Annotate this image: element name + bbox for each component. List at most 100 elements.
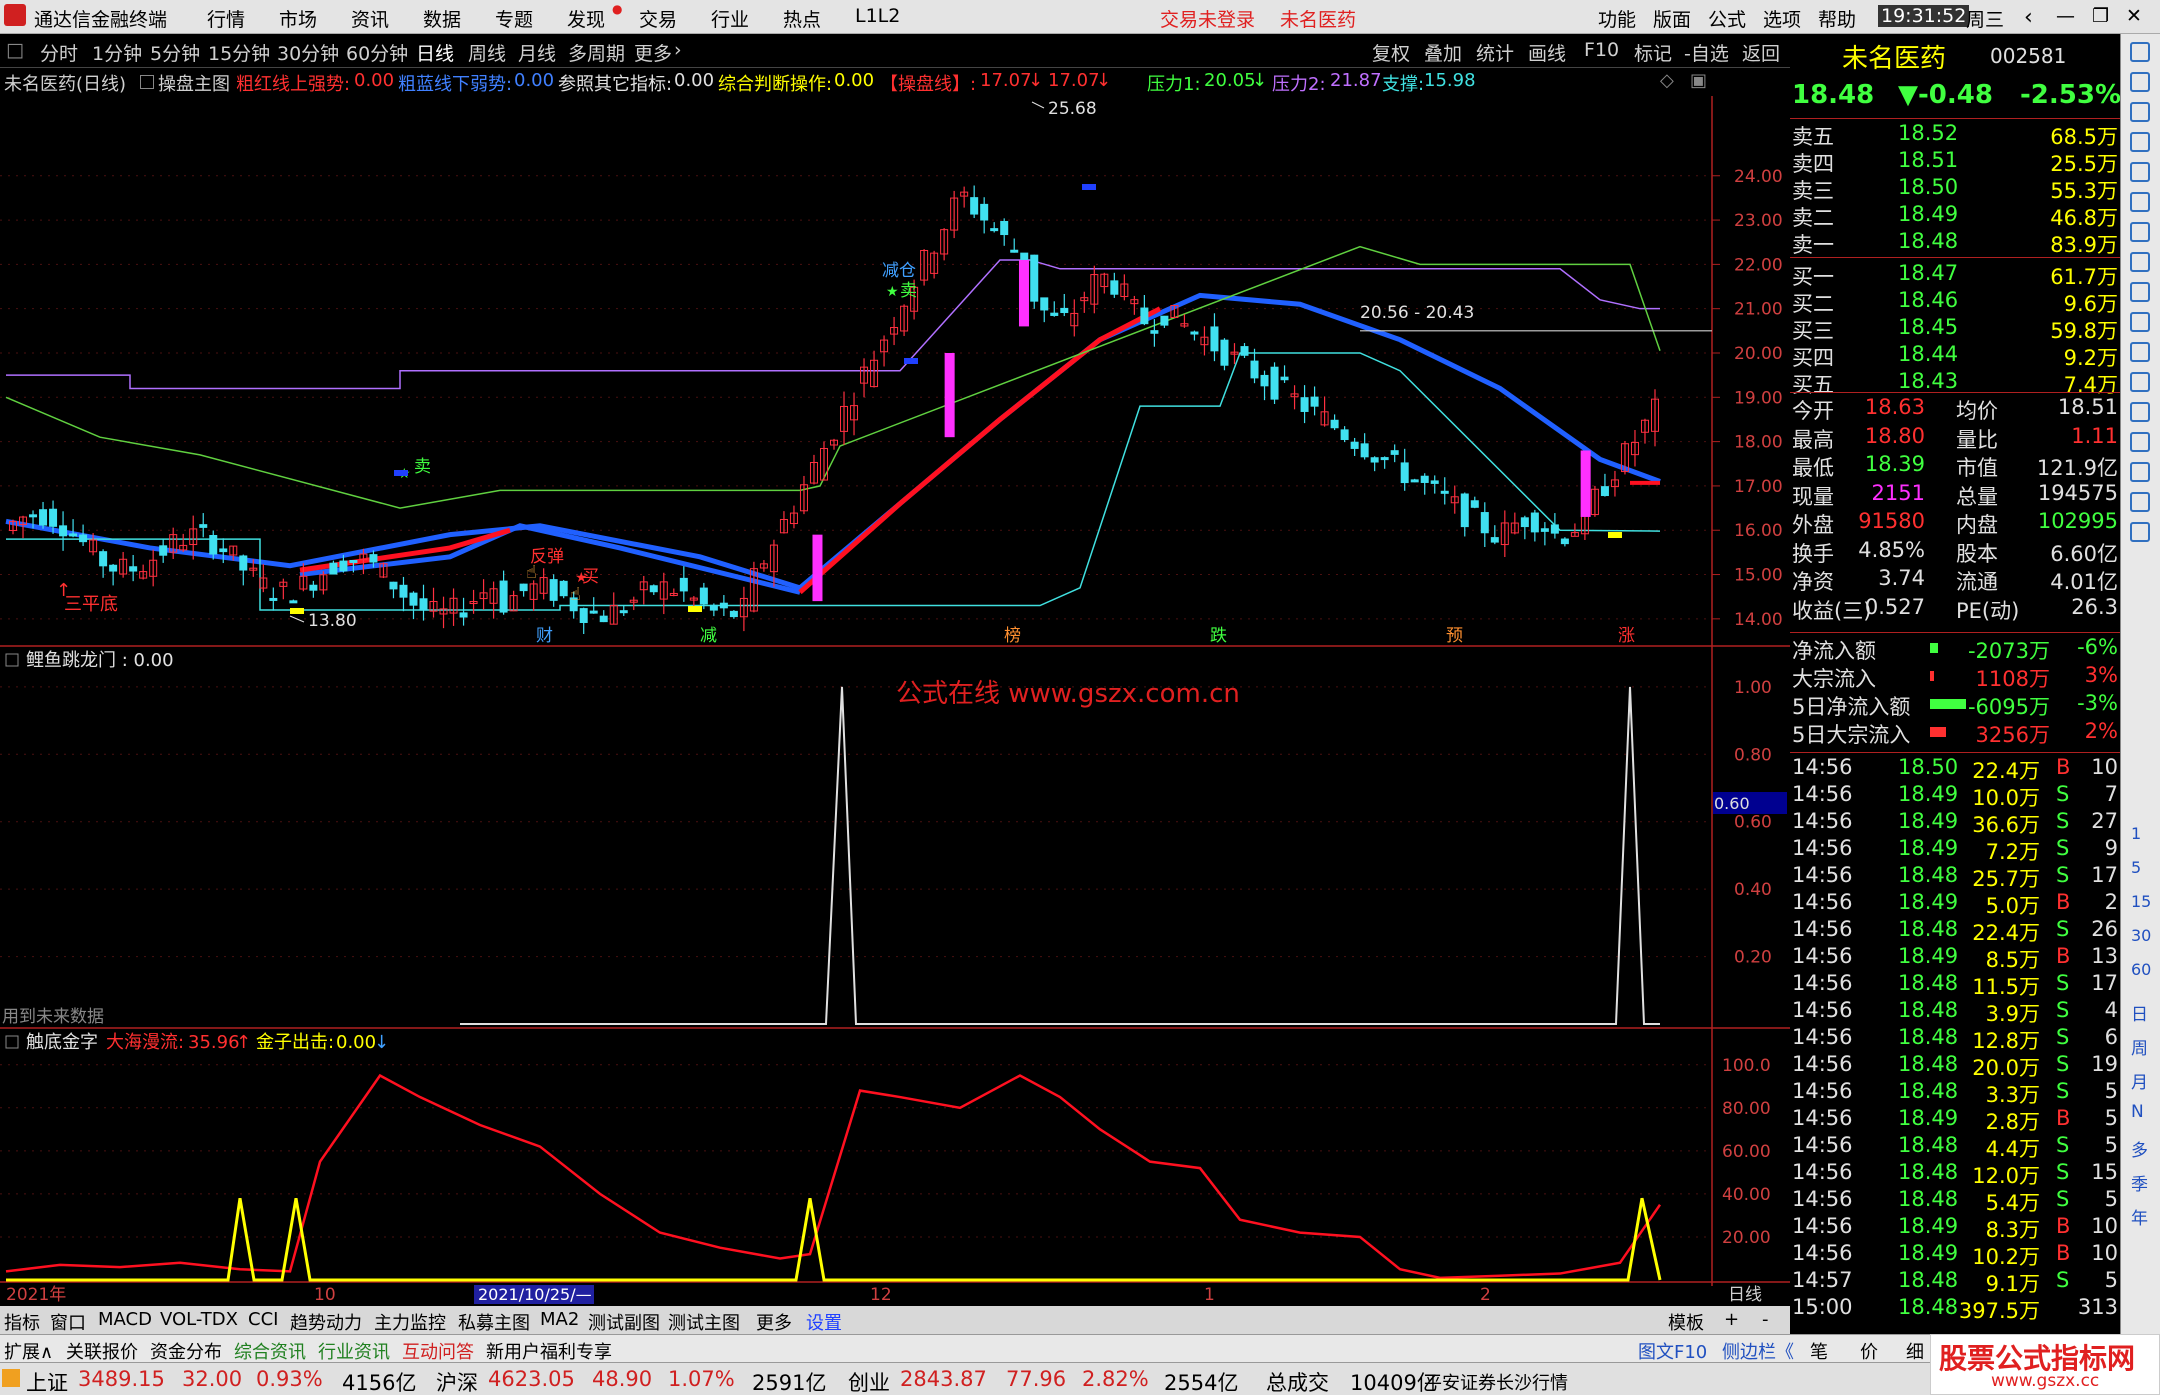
- period-tab[interactable]: 1分钟: [92, 39, 142, 66]
- indicator-tab[interactable]: 设置: [806, 1309, 842, 1335]
- indicator-tab[interactable]: 测试主图: [668, 1309, 740, 1335]
- gear-icon[interactable]: [2130, 522, 2150, 542]
- side-button[interactable]: 价: [1860, 1338, 1878, 1364]
- period-shortcut[interactable]: N: [2131, 1102, 2144, 1122]
- menu-item[interactable]: 行业: [711, 5, 749, 32]
- settings-icon[interactable]: [5, 653, 19, 667]
- money-icon[interactable]: [2130, 372, 2150, 392]
- index-label[interactable]: 上证: [26, 1367, 68, 1395]
- back-icon[interactable]: ‹: [2024, 5, 2033, 30]
- period-tab[interactable]: 多周期: [568, 39, 625, 66]
- f10-icon[interactable]: [2130, 282, 2150, 302]
- pen-icon[interactable]: [2130, 462, 2150, 482]
- extension-tab[interactable]: 互动问答: [402, 1338, 474, 1364]
- main-indicator-name[interactable]: 操盘主图: [158, 70, 230, 96]
- period-tab[interactable]: 15分钟: [208, 39, 270, 66]
- period-tab[interactable]: 5分钟: [150, 39, 200, 66]
- menu-item[interactable]: 数据: [423, 5, 461, 32]
- index-label[interactable]: 创业: [848, 1367, 890, 1395]
- extension-tab[interactable]: 资金分布: [150, 1338, 222, 1364]
- menu-item[interactable]: 专题: [495, 5, 533, 32]
- menu-item[interactable]: 公式: [1708, 5, 1746, 32]
- menu-item[interactable]: 交易: [639, 5, 677, 32]
- menu-icon[interactable]: [2, 1369, 20, 1387]
- grid-icon[interactable]: [2130, 252, 2150, 272]
- period-tab[interactable]: 分时: [40, 39, 78, 66]
- period-shortcut[interactable]: 日: [2131, 1000, 2148, 1025]
- tool-button[interactable]: F10: [1584, 39, 1619, 61]
- indicator-tab[interactable]: MACD: [98, 1309, 152, 1330]
- event-label[interactable]: 减: [700, 626, 717, 646]
- tool-button[interactable]: 叠加: [1424, 39, 1462, 66]
- rsi-icon[interactable]: [2130, 402, 2150, 422]
- event-label[interactable]: 涨: [1618, 626, 1635, 646]
- event-label[interactable]: 财: [536, 626, 553, 646]
- period-shortcut[interactable]: 5: [2131, 858, 2141, 877]
- period-tab-active[interactable]: 日线: [416, 39, 454, 66]
- tool-button[interactable]: 返回: [1742, 39, 1780, 66]
- period-tab[interactable]: 周线: [468, 39, 506, 66]
- table-icon[interactable]: [2130, 162, 2150, 182]
- extension-tab[interactable]: 关联报价: [66, 1338, 138, 1364]
- period-shortcut[interactable]: 60: [2131, 960, 2151, 979]
- side-button[interactable]: 侧边栏《: [1722, 1338, 1794, 1364]
- indicator-tab[interactable]: 测试副图: [588, 1309, 660, 1335]
- period-shortcut[interactable]: 季: [2131, 1170, 2148, 1195]
- diamond-icon[interactable]: ◇: [1660, 70, 1674, 91]
- tick-list[interactable]: 14:56 18.50 22.4万 B 10 14:56 18.49 10.0万 S 7 14:56…: [1790, 752, 2120, 1342]
- restore-icon[interactable]: ❐: [2092, 5, 2109, 27]
- tool-button[interactable]: 标记: [1634, 39, 1672, 66]
- period-shortcut[interactable]: 周: [2131, 1034, 2148, 1059]
- indicator-tab[interactable]: 主力监控: [374, 1309, 446, 1335]
- period-shortcut[interactable]: 30: [2131, 926, 2151, 945]
- tool-button[interactable]: 统计: [1476, 39, 1514, 66]
- period-tab[interactable]: 30分钟: [277, 39, 339, 66]
- tool-button[interactable]: 复权: [1372, 39, 1410, 66]
- side-button[interactable]: 图文F10: [1638, 1338, 1707, 1364]
- event-label[interactable]: 预: [1446, 626, 1463, 646]
- indicator-tab[interactable]: VOL-TDX: [160, 1309, 238, 1330]
- period-shortcut[interactable]: 年: [2131, 1204, 2148, 1229]
- menu-item[interactable]: 选项: [1763, 5, 1801, 32]
- indicator-tab[interactable]: MA2: [540, 1309, 579, 1330]
- menu-item[interactable]: 资讯: [351, 5, 389, 32]
- settings-icon[interactable]: [5, 1035, 19, 1049]
- period-tab[interactable]: 60分钟: [346, 39, 408, 66]
- chart-icon[interactable]: [2130, 132, 2150, 152]
- side-button[interactable]: 笔: [1810, 1338, 1828, 1364]
- chevron-right-icon[interactable]: ›: [674, 39, 682, 61]
- side-button[interactable]: 细: [1906, 1338, 1924, 1364]
- minimize-icon[interactable]: —: [2056, 5, 2075, 27]
- extension-tab[interactable]: 新用户福利专享: [486, 1338, 612, 1364]
- event-label[interactable]: 跌: [1210, 626, 1227, 646]
- template-button[interactable]: 模板: [1668, 1309, 1704, 1335]
- period-shortcut[interactable]: 1: [2131, 824, 2141, 843]
- candle-icon[interactable]: [2130, 222, 2150, 242]
- indicator-tab[interactable]: 趋势动力: [290, 1309, 362, 1335]
- arrow-down-icon[interactable]: [2130, 102, 2150, 122]
- index-label[interactable]: 沪深: [436, 1367, 478, 1395]
- indicator-tab[interactable]: 指标: [4, 1309, 40, 1335]
- menu-item[interactable]: 帮助: [1818, 5, 1856, 32]
- template-button[interactable]: -: [1762, 1309, 1769, 1330]
- tool-button[interactable]: -自选: [1684, 39, 1729, 66]
- menu-item[interactable]: 市场: [279, 5, 317, 32]
- charts-area[interactable]: 24.0023.0022.0021.0020.0019.0018.0017.00…: [0, 96, 1790, 1306]
- period-shortcut[interactable]: 15: [2131, 892, 2151, 911]
- extension-tab[interactable]: 综合资讯: [234, 1338, 306, 1364]
- menu-item[interactable]: 版面: [1653, 5, 1691, 32]
- menu-item[interactable]: 行情: [207, 5, 245, 32]
- clock-icon[interactable]: [2130, 342, 2150, 362]
- event-label[interactable]: 榜: [1004, 626, 1021, 646]
- arrow-up-icon[interactable]: [2130, 42, 2150, 62]
- panel-toggle-icon[interactable]: ▣: [1690, 70, 1707, 91]
- period-tab[interactable]: 月线: [518, 39, 556, 66]
- period-shortcut[interactable]: 多: [2131, 1136, 2148, 1161]
- extension-tab[interactable]: 行业资讯: [318, 1338, 390, 1364]
- menu-item[interactable]: 热点: [783, 5, 821, 32]
- login-status[interactable]: 交易未登录: [1160, 5, 1255, 32]
- doc-icon[interactable]: [2130, 312, 2150, 332]
- arrow-up-icon[interactable]: [2130, 72, 2150, 92]
- indicator-tab[interactable]: 更多: [756, 1309, 792, 1335]
- template-button[interactable]: +: [1724, 1309, 1739, 1330]
